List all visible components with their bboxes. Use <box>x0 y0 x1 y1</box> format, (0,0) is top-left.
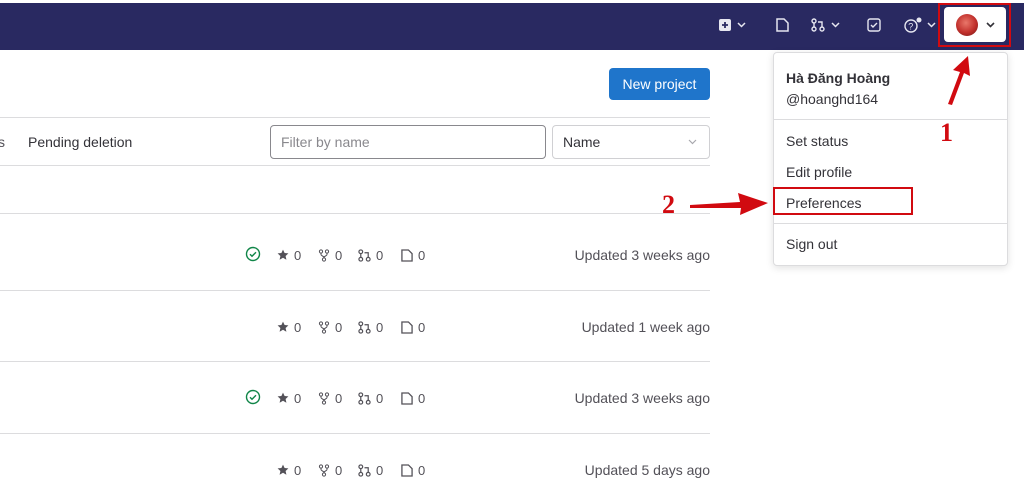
pipeline-passed-icon <box>245 246 261 262</box>
issues-count[interactable]: 0 <box>401 460 425 480</box>
forks-count[interactable]: 0 <box>318 317 342 337</box>
user-username[interactable]: @hoanghd164 <box>786 91 878 107</box>
star-icon <box>277 249 289 260</box>
project-row[interactable]: 0 0 0 0 Updated 3 weeks ago <box>0 388 710 408</box>
sort-dropdown[interactable]: Name <box>552 125 710 159</box>
divider <box>0 165 710 166</box>
merge-request-icon <box>811 18 825 32</box>
create-new-menu[interactable] <box>719 14 746 36</box>
divider <box>0 290 710 291</box>
annotation-highlight-preferences <box>773 187 913 215</box>
divider <box>0 213 710 214</box>
fork-icon <box>318 320 330 334</box>
annotation-arrow-up <box>948 56 970 105</box>
updated-timestamp: Updated 3 weeks ago <box>574 390 710 406</box>
chevron-down-icon <box>737 22 746 28</box>
annotation-step-2: 2 <box>662 190 675 219</box>
help-icon: ? <box>904 17 922 33</box>
issues-icon <box>401 248 413 262</box>
project-row[interactable]: 0 0 0 0 Updated 3 weeks ago <box>0 245 710 265</box>
chevron-down-icon <box>831 22 840 28</box>
help-nav-button[interactable]: ? <box>903 14 936 36</box>
forks-count[interactable]: 0 <box>318 388 342 408</box>
merge-requests-count[interactable]: 0 <box>358 460 383 480</box>
chevron-down-icon <box>927 22 936 28</box>
todo-icon <box>867 18 881 32</box>
divider <box>0 117 710 118</box>
star-icon <box>277 464 289 475</box>
stars-count[interactable]: 0 <box>277 388 301 408</box>
merge-request-icon <box>358 248 371 262</box>
chevron-down-icon <box>688 139 697 145</box>
annotation-arrow-right <box>690 193 768 215</box>
merge-request-icon <box>358 463 371 477</box>
stars-count[interactable]: 0 <box>277 460 301 480</box>
svg-text:?: ? <box>908 22 913 32</box>
star-icon <box>277 321 289 332</box>
issues-icon <box>401 391 413 405</box>
tab-pending-deletion[interactable]: Pending deletion <box>28 134 132 150</box>
merge-requests-nav-button[interactable] <box>811 14 840 36</box>
menu-item-set-status[interactable]: Set status <box>786 133 848 149</box>
menu-item-sign-out[interactable]: Sign out <box>786 236 837 252</box>
plus-square-icon <box>719 19 731 31</box>
annotation-step-1: 1 <box>940 118 953 147</box>
updated-timestamp: Updated 1 week ago <box>581 319 710 335</box>
merge-requests-count[interactable]: 0 <box>358 245 383 265</box>
user-full-name: Hà Đăng Hoàng <box>786 70 891 86</box>
pipeline-passed-icon <box>245 389 261 405</box>
merge-request-icon <box>358 320 371 334</box>
fork-icon <box>318 248 330 262</box>
issues-count[interactable]: 0 <box>401 317 425 337</box>
issues-icon <box>401 320 413 334</box>
issues-nav-button[interactable] <box>776 14 789 36</box>
divider <box>0 361 710 362</box>
updated-timestamp: Updated 3 weeks ago <box>574 247 710 263</box>
divider <box>0 433 710 434</box>
sort-selected-value: Name <box>563 134 601 150</box>
merge-requests-count[interactable]: 0 <box>358 388 383 408</box>
project-row[interactable]: 0 0 0 0 Updated 5 days ago <box>0 460 710 480</box>
fork-icon <box>318 391 330 405</box>
merge-request-icon <box>358 391 371 405</box>
forks-count[interactable]: 0 <box>318 245 342 265</box>
fork-icon <box>318 463 330 477</box>
filter-by-name-input[interactable] <box>270 125 546 159</box>
stars-count[interactable]: 0 <box>277 317 301 337</box>
issues-icon <box>401 463 413 477</box>
new-project-button[interactable]: New project <box>609 68 710 100</box>
issues-icon <box>776 18 789 32</box>
updated-timestamp: Updated 5 days ago <box>584 462 710 478</box>
stars-count[interactable]: 0 <box>277 245 301 265</box>
forks-count[interactable]: 0 <box>318 460 342 480</box>
issues-count[interactable]: 0 <box>401 388 425 408</box>
merge-requests-count[interactable]: 0 <box>358 317 383 337</box>
menu-divider <box>774 119 1007 120</box>
todos-nav-button[interactable] <box>867 14 881 36</box>
star-icon <box>277 392 289 403</box>
annotation-highlight-avatar <box>938 3 1011 47</box>
menu-item-edit-profile[interactable]: Edit profile <box>786 164 852 180</box>
project-row[interactable]: 0 0 0 0 Updated 1 week ago <box>0 317 710 337</box>
tab-partial[interactable]: s <box>0 134 5 150</box>
issues-count[interactable]: 0 <box>401 245 425 265</box>
menu-divider <box>774 223 1007 224</box>
